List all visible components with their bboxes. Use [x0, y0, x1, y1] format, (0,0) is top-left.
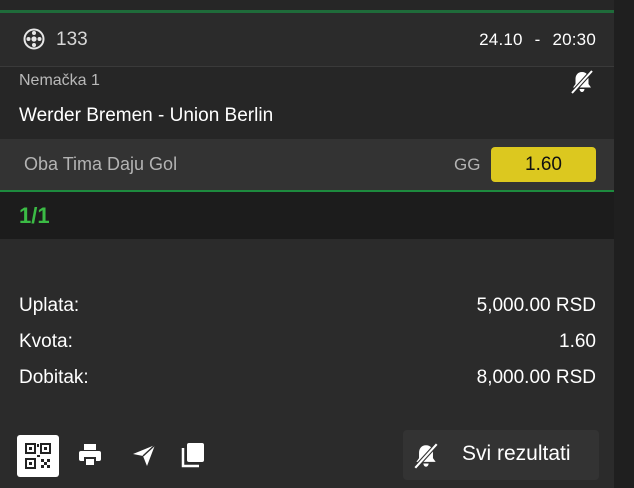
odds-value: 1.60: [559, 331, 596, 352]
match-datetime: 24.10 - 20:30: [479, 30, 596, 50]
scroll-gutter: [614, 0, 634, 488]
bell-off-icon: [413, 442, 439, 470]
ticket-count: 1/1: [19, 203, 50, 228]
bet-type-name: Oba Tima Daju Gol: [24, 154, 178, 174]
match-time: 20:30: [552, 30, 596, 49]
odd-badge: 1.60: [491, 147, 596, 182]
win-value: 8,000.00 RSD: [476, 367, 596, 388]
qr-code-icon: [25, 443, 51, 469]
odds-label: Kvota:: [19, 331, 73, 352]
win-label: Dobitak:: [19, 367, 89, 388]
football-icon: [23, 28, 45, 50]
match-date: 24.10: [479, 30, 523, 49]
stake-label: Uplata:: [19, 295, 80, 316]
stake-value: 5,000.00 RSD: [476, 295, 596, 316]
ticket-count-row: [0, 192, 614, 239]
bell-off-icon[interactable]: [568, 68, 596, 96]
all-results-label: Svi rezultati: [462, 442, 571, 465]
print-icon[interactable]: [76, 441, 104, 469]
match-teams: Werder Bremen - Union Berlin: [19, 105, 274, 126]
league-name: Nemačka 1: [19, 72, 100, 89]
copy-icon[interactable]: [180, 441, 206, 469]
send-icon[interactable]: [130, 441, 158, 469]
bet-code: GG: [454, 155, 481, 174]
qr-code-button[interactable]: [17, 435, 59, 477]
match-id: 133: [56, 29, 88, 50]
datetime-separator: -: [534, 30, 541, 49]
header-strip: [0, 0, 614, 10]
